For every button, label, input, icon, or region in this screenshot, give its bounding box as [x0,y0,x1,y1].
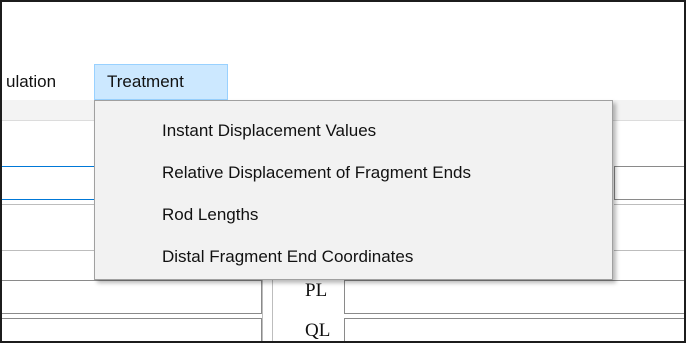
menu-item-instant-displacement-values[interactable]: Instant Displacement Values [162,114,376,148]
menubar: ulation Treatment [2,64,684,100]
menu-treatment[interactable]: Treatment [94,64,228,100]
input-field-left-3[interactable] [2,318,262,341]
label-pl: PL [305,280,328,301]
menu-item-distal-fragment-end-coordinates[interactable]: Distal Fragment End Coordinates [162,240,413,274]
label-ql: QL [305,320,331,341]
column-divider [272,280,273,341]
group-divider [614,204,684,205]
menu-item-relative-displacement[interactable]: Relative Displacement of Fragment Ends [162,156,471,190]
column-divider [262,280,263,341]
input-ql[interactable] [344,318,684,341]
group-divider [614,250,684,251]
window-frame: ulation Treatment PL QL Instant Displace… [0,0,686,343]
treatment-dropdown-menu: Instant Displacement Values Relative Dis… [94,100,613,280]
input-field-left-1[interactable] [2,166,100,200]
input-pl[interactable] [344,280,684,314]
input-field-left-2[interactable] [2,280,262,314]
menu-simulation[interactable]: ulation [2,64,67,100]
menu-item-rod-lengths[interactable]: Rod Lengths [162,198,258,232]
input-field-right-1[interactable] [614,166,684,200]
